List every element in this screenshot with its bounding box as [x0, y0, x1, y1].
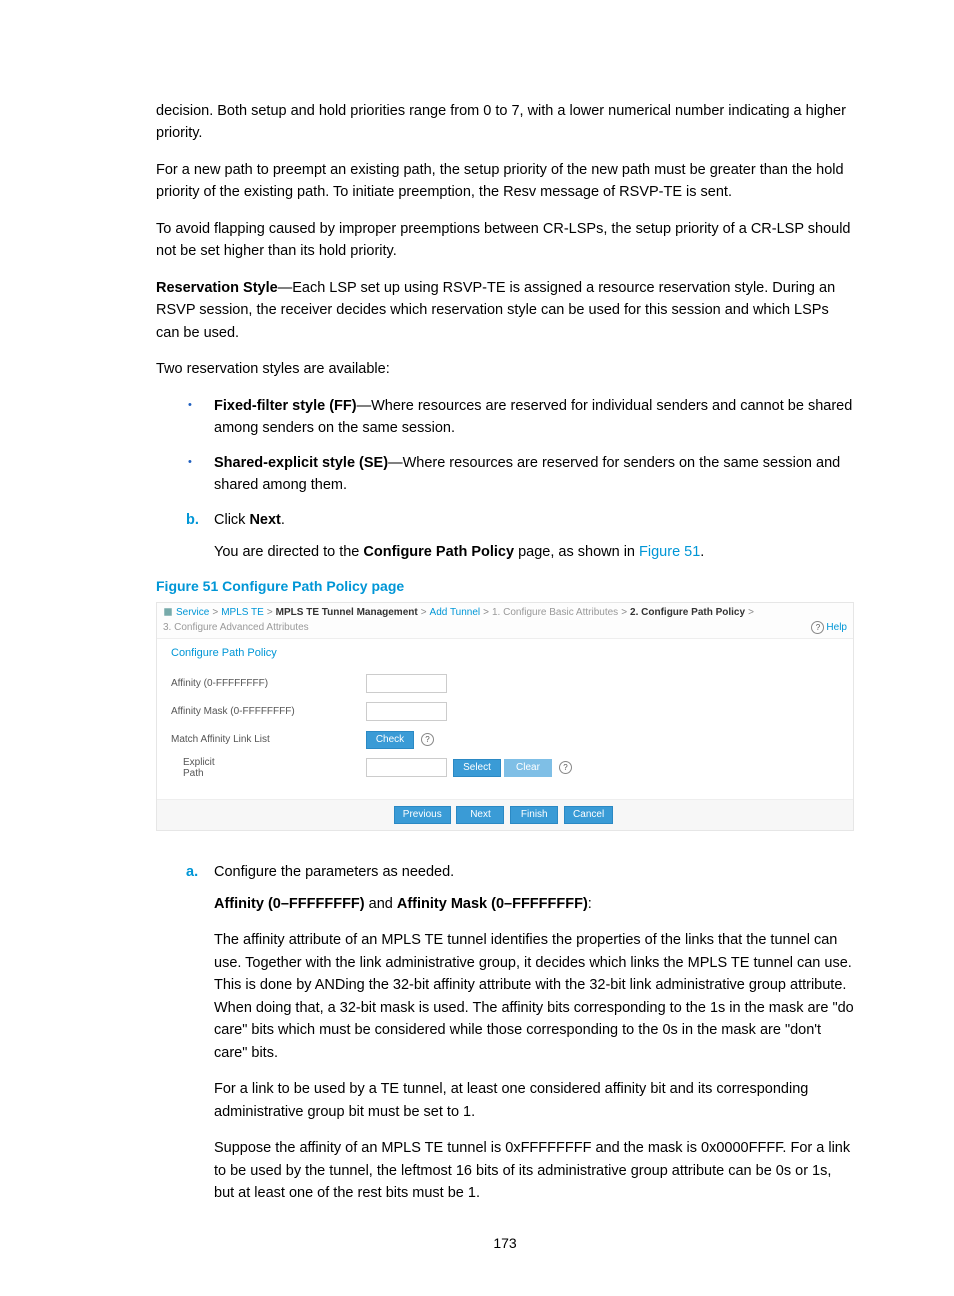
explicit-path-input[interactable]: [366, 758, 447, 777]
step-a: a. Configure the parameters as needed.: [156, 861, 854, 883]
select-button[interactable]: Select: [453, 759, 501, 777]
service-icon: [163, 607, 173, 617]
body-paragraph: decision. Both setup and hold priorities…: [156, 100, 854, 145]
match-affinity-label: Match Affinity Link List: [171, 734, 366, 745]
help-icon[interactable]: ?: [421, 733, 434, 746]
body-paragraph: Suppose the affinity of an MPLS TE tunne…: [156, 1137, 854, 1204]
bc-step2[interactable]: 2. Configure Path Policy: [630, 607, 745, 618]
text-span: Configure the parameters as needed.: [214, 864, 454, 880]
bc-step1[interactable]: 1. Configure Basic Attributes: [492, 607, 618, 618]
ff-style-label: Fixed-filter style (FF): [214, 398, 357, 414]
previous-button[interactable]: Previous: [394, 806, 451, 824]
page-number: 173: [156, 1235, 854, 1251]
cancel-button[interactable]: Cancel: [564, 806, 613, 824]
list-item: Fixed-filter style (FF)—Where resources …: [156, 395, 854, 440]
body-paragraph: To avoid flapping caused by improper pre…: [156, 218, 854, 263]
configure-path-policy-label: Configure Path Policy: [363, 544, 514, 560]
text-span: :: [588, 896, 592, 912]
body-paragraph: You are directed to the Configure Path P…: [156, 541, 854, 563]
step-marker: b.: [186, 509, 199, 531]
next-button[interactable]: Next: [456, 806, 504, 824]
affinity-mask-input[interactable]: [366, 702, 447, 721]
text-span: You are directed to the: [214, 544, 363, 560]
body-paragraph: Reservation Style—Each LSP set up using …: [156, 277, 854, 344]
check-button[interactable]: Check: [366, 731, 414, 749]
bc-sep: >: [748, 607, 754, 618]
text-span: Click: [214, 512, 249, 528]
text-span: page, as shown in: [514, 544, 639, 560]
bc-sep: >: [483, 607, 489, 618]
body-paragraph: For a link to be used by a TE tunnel, at…: [156, 1078, 854, 1123]
panel-body: Affinity (0-FFFFFFFF) Affinity Mask (0-F…: [157, 667, 853, 799]
body-paragraph: Affinity (0–FFFFFFFF) and Affinity Mask …: [156, 893, 854, 915]
reservation-styles-list: Fixed-filter style (FF)—Where resources …: [156, 395, 854, 497]
affinity-input[interactable]: [366, 674, 447, 693]
text-span: .: [700, 544, 704, 560]
figure-51-link[interactable]: Figure 51: [639, 544, 700, 560]
list-item: Shared-explicit style (SE)—Where resourc…: [156, 452, 854, 497]
clear-button[interactable]: Clear: [504, 759, 552, 777]
explicit-path-label: Explicit Path: [171, 757, 366, 779]
bc-mpls-te[interactable]: MPLS TE: [221, 607, 264, 618]
bc-sep: >: [421, 607, 427, 618]
finish-button[interactable]: Finish: [510, 806, 558, 824]
affinity-mask-label: Affinity Mask (0-FFFFFFFF): [171, 706, 366, 717]
panel-title: Configure Path Policy: [157, 639, 853, 667]
next-label: Next: [249, 512, 280, 528]
bc-step3[interactable]: 3. Configure Advanced Attributes: [163, 622, 309, 633]
affinity-mask-heading: Affinity Mask (0–FFFFFFFF): [397, 896, 588, 912]
wizard-footer: Previous Next Finish Cancel: [157, 799, 853, 830]
reservation-style-label: Reservation Style: [156, 280, 278, 296]
step-b: b. Click Next.: [156, 509, 854, 531]
figure-title: Figure 51 Configure Path Policy page: [156, 578, 854, 594]
bc-sep: >: [212, 607, 218, 618]
body-paragraph: Two reservation styles are available:: [156, 358, 854, 380]
help-label: Help: [826, 622, 847, 633]
affinity-heading: Affinity (0–FFFFFFFF): [214, 896, 365, 912]
configure-path-policy-screenshot: Service > MPLS TE > MPLS TE Tunnel Manag…: [156, 602, 854, 831]
bc-tunnel-mgmt[interactable]: MPLS TE Tunnel Management: [276, 607, 418, 618]
affinity-label: Affinity (0-FFFFFFFF): [171, 678, 366, 689]
breadcrumb: Service > MPLS TE > MPLS TE Tunnel Manag…: [157, 603, 853, 639]
step-marker: a.: [186, 861, 198, 883]
bc-add-tunnel[interactable]: Add Tunnel: [430, 607, 481, 618]
text-span: and: [365, 896, 397, 912]
bc-sep: >: [621, 607, 627, 618]
body-paragraph: For a new path to preempt an existing pa…: [156, 159, 854, 204]
help-link[interactable]: ? Help: [807, 621, 847, 634]
help-icon: ?: [811, 621, 824, 634]
bc-service[interactable]: Service: [176, 607, 209, 618]
body-paragraph: The affinity attribute of an MPLS TE tun…: [156, 929, 854, 1064]
bc-sep: >: [267, 607, 273, 618]
help-icon[interactable]: ?: [559, 761, 572, 774]
se-style-label: Shared-explicit style (SE): [214, 455, 388, 471]
text-span: .: [281, 512, 285, 528]
